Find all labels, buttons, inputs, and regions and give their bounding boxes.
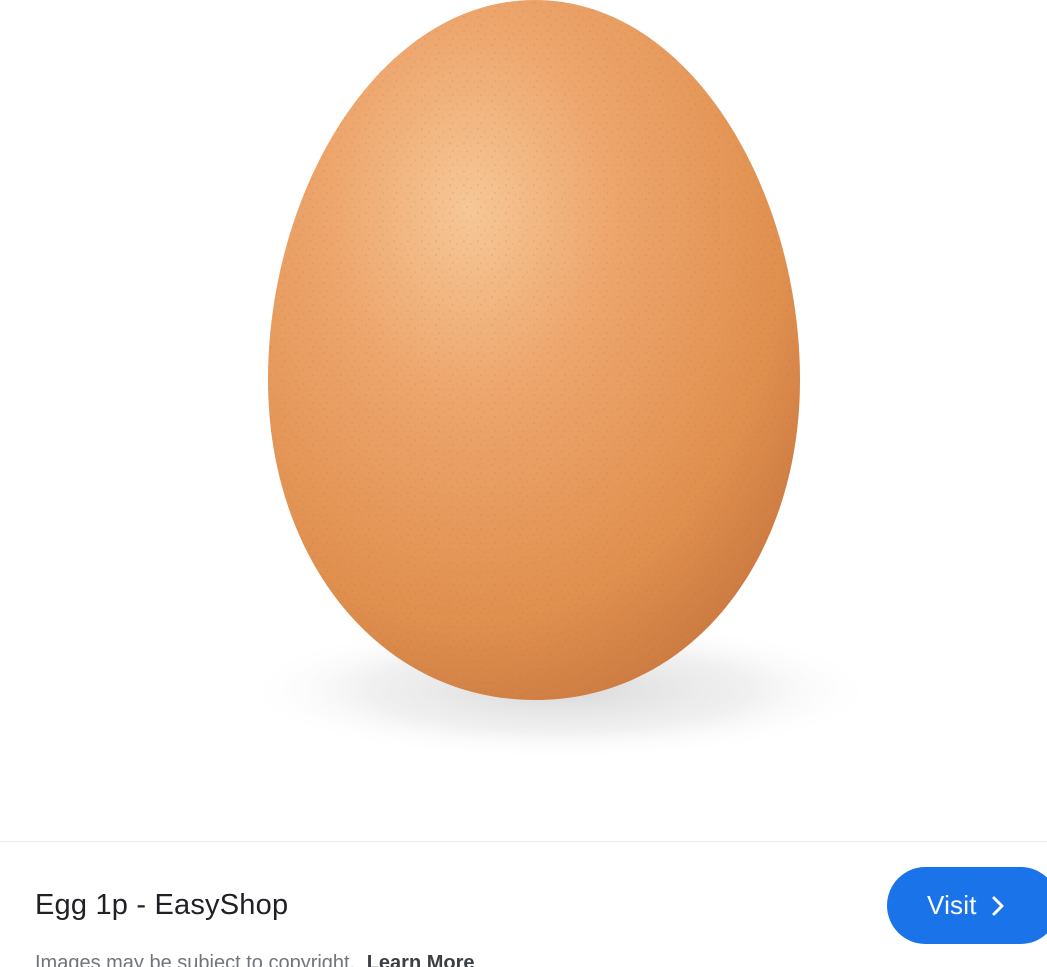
copyright-text: Images may be subject to copyright. — [35, 952, 356, 967]
egg-texture — [268, 0, 800, 700]
chevron-right-icon — [989, 895, 1007, 917]
visit-button[interactable]: Visit — [887, 867, 1047, 944]
preview-image[interactable] — [0, 0, 1047, 841]
copyright-notice: Images may be subject to copyright. Lear… — [35, 952, 475, 967]
result-title[interactable]: Egg 1p - EasyShop — [35, 889, 288, 922]
egg-image — [240, 0, 880, 760]
result-info: Egg 1p - EasyShop Visit Images may be su… — [0, 842, 1047, 967]
visit-button-label: Visit — [927, 890, 977, 920]
image-viewer-panel: Egg 1p - EasyShop Visit Images may be su… — [0, 0, 1047, 967]
learn-more-link[interactable]: Learn More — [367, 952, 475, 967]
